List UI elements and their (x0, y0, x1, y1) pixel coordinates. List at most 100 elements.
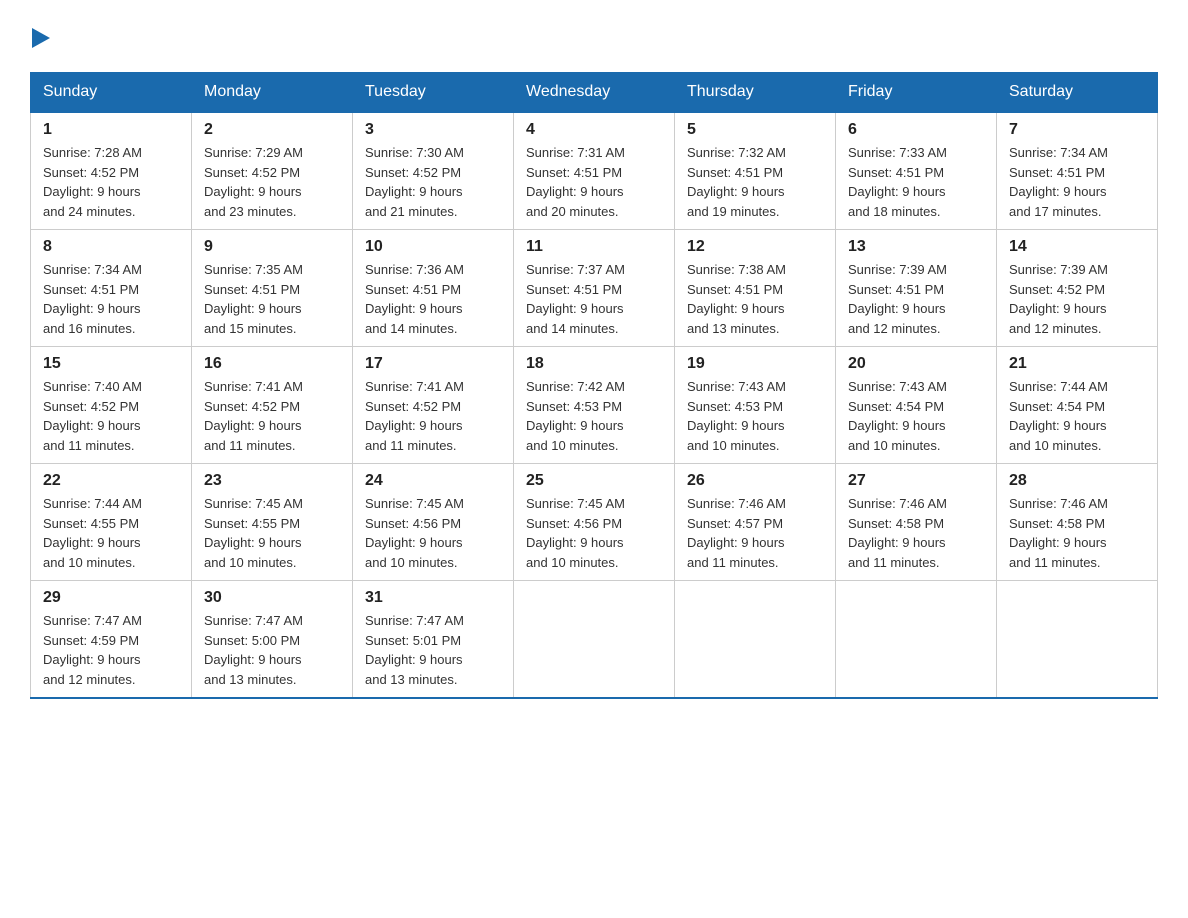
calendar-week-row: 15Sunrise: 7:40 AMSunset: 4:52 PMDayligh… (31, 347, 1158, 464)
day-number: 3 (365, 121, 501, 139)
calendar-week-row: 22 Sunrise: 7:44 AMSunset: 4:55 PMDayligh… (31, 464, 1158, 581)
day-number: 12 (687, 238, 823, 256)
day-info: Sunrise: 7:47 AMSunset: 5:00 PMDaylight:… (204, 611, 340, 689)
day-info: Sunrise: 7:43 AMSunset: 4:54 PMDaylight:… (848, 377, 984, 455)
calendar-week-row: 29 Sunrise: 7:47 AMSunset: 4:59 PMDayligh… (31, 581, 1158, 699)
day-number: 31 (365, 589, 501, 607)
calendar-day-cell: 22 Sunrise: 7:44 AMSunset: 4:55 PMDayligh… (31, 464, 192, 581)
header-saturday: Saturday (997, 73, 1158, 113)
day-number: 24 (365, 472, 501, 490)
calendar-day-cell: 10 Sunrise: 7:36 AMSunset: 4:51 PMDayligh… (353, 230, 514, 347)
day-number: 21 (1009, 355, 1145, 373)
page-header (30, 20, 1158, 52)
day-info: Sunrise: 7:28 AMSunset: 4:52 PMDaylight:… (43, 143, 179, 221)
calendar-day-cell: 11 Sunrise: 7:37 AMSunset: 4:51 PMDayligh… (514, 230, 675, 347)
calendar-week-row: 1 Sunrise: 7:28 AMSunset: 4:52 PMDaylight… (31, 112, 1158, 230)
day-info: Sunrise: 7:37 AMSunset: 4:51 PMDaylight:… (526, 260, 662, 338)
day-number: 22 (43, 472, 179, 490)
day-number: 2 (204, 121, 340, 139)
day-number: 26 (687, 472, 823, 490)
empty-cell (997, 581, 1158, 699)
day-number: 15 (43, 355, 179, 373)
day-number: 9 (204, 238, 340, 256)
day-info: Sunrise: 7:33 AMSunset: 4:51 PMDaylight:… (848, 143, 984, 221)
day-number: 19 (687, 355, 823, 373)
day-number: 18 (526, 355, 662, 373)
calendar-day-cell: 9 Sunrise: 7:35 AMSunset: 4:51 PMDaylight… (192, 230, 353, 347)
day-info: Sunrise: 7:30 AMSunset: 4:52 PMDaylight:… (365, 143, 501, 221)
day-number: 7 (1009, 121, 1145, 139)
calendar-day-cell: 19 Sunrise: 7:43 AMSunset: 4:53 PMDayligh… (675, 347, 836, 464)
day-info: Sunrise: 7:45 AMSunset: 4:56 PMDaylight:… (365, 494, 501, 572)
day-info: Sunrise: 7:44 AMSunset: 4:55 PMDaylight:… (43, 494, 179, 572)
day-info: Sunrise: 7:42 AMSunset: 4:53 PMDaylight:… (526, 377, 662, 455)
calendar-day-cell: 2Sunrise: 7:29 AMSunset: 4:52 PMDaylight… (192, 112, 353, 230)
logo-arrow-icon (32, 24, 54, 52)
day-info: Sunrise: 7:41 AMSunset: 4:52 PMDaylight:… (204, 377, 340, 455)
day-number: 27 (848, 472, 984, 490)
calendar-header-row: SundayMondayTuesdayWednesdayThursdayFrid… (31, 73, 1158, 113)
day-number: 29 (43, 589, 179, 607)
day-number: 8 (43, 238, 179, 256)
day-info: Sunrise: 7:45 AMSunset: 4:55 PMDaylight:… (204, 494, 340, 572)
day-number: 5 (687, 121, 823, 139)
empty-cell (675, 581, 836, 699)
day-info: Sunrise: 7:32 AMSunset: 4:51 PMDaylight:… (687, 143, 823, 221)
calendar-day-cell: 20Sunrise: 7:43 AMSunset: 4:54 PMDayligh… (836, 347, 997, 464)
calendar-week-row: 8 Sunrise: 7:34 AMSunset: 4:51 PMDaylight… (31, 230, 1158, 347)
calendar-day-cell: 24 Sunrise: 7:45 AMSunset: 4:56 PMDayligh… (353, 464, 514, 581)
empty-cell (514, 581, 675, 699)
day-info: Sunrise: 7:41 AMSunset: 4:52 PMDaylight:… (365, 377, 501, 455)
logo (30, 20, 54, 52)
calendar-day-cell: 1 Sunrise: 7:28 AMSunset: 4:52 PMDaylight… (31, 112, 192, 230)
header-wednesday: Wednesday (514, 73, 675, 113)
header-friday: Friday (836, 73, 997, 113)
day-number: 16 (204, 355, 340, 373)
day-info: Sunrise: 7:39 AMSunset: 4:52 PMDaylight:… (1009, 260, 1145, 338)
calendar-day-cell: 29 Sunrise: 7:47 AMSunset: 4:59 PMDayligh… (31, 581, 192, 699)
calendar-day-cell: 21 Sunrise: 7:44 AMSunset: 4:54 PMDayligh… (997, 347, 1158, 464)
day-number: 30 (204, 589, 340, 607)
day-info: Sunrise: 7:46 AMSunset: 4:58 PMDaylight:… (1009, 494, 1145, 572)
day-number: 28 (1009, 472, 1145, 490)
calendar-day-cell: 17Sunrise: 7:41 AMSunset: 4:52 PMDayligh… (353, 347, 514, 464)
calendar-day-cell: 3 Sunrise: 7:30 AMSunset: 4:52 PMDaylight… (353, 112, 514, 230)
calendar-day-cell: 16 Sunrise: 7:41 AMSunset: 4:52 PMDayligh… (192, 347, 353, 464)
day-number: 10 (365, 238, 501, 256)
calendar-day-cell: 25 Sunrise: 7:45 AMSunset: 4:56 PMDayligh… (514, 464, 675, 581)
day-number: 6 (848, 121, 984, 139)
calendar-day-cell: 27Sunrise: 7:46 AMSunset: 4:58 PMDayligh… (836, 464, 997, 581)
calendar-day-cell: 7 Sunrise: 7:34 AMSunset: 4:51 PMDaylight… (997, 112, 1158, 230)
day-number: 11 (526, 238, 662, 256)
calendar-day-cell: 31 Sunrise: 7:47 AMSunset: 5:01 PMDayligh… (353, 581, 514, 699)
day-info: Sunrise: 7:47 AMSunset: 5:01 PMDaylight:… (365, 611, 501, 689)
day-info: Sunrise: 7:45 AMSunset: 4:56 PMDaylight:… (526, 494, 662, 572)
calendar-day-cell: 12Sunrise: 7:38 AMSunset: 4:51 PMDayligh… (675, 230, 836, 347)
day-info: Sunrise: 7:43 AMSunset: 4:53 PMDaylight:… (687, 377, 823, 455)
day-info: Sunrise: 7:36 AMSunset: 4:51 PMDaylight:… (365, 260, 501, 338)
day-info: Sunrise: 7:34 AMSunset: 4:51 PMDaylight:… (1009, 143, 1145, 221)
calendar-day-cell: 4 Sunrise: 7:31 AMSunset: 4:51 PMDaylight… (514, 112, 675, 230)
day-info: Sunrise: 7:44 AMSunset: 4:54 PMDaylight:… (1009, 377, 1145, 455)
calendar-day-cell: 30 Sunrise: 7:47 AMSunset: 5:00 PMDayligh… (192, 581, 353, 699)
day-info: Sunrise: 7:46 AMSunset: 4:57 PMDaylight:… (687, 494, 823, 572)
day-info: Sunrise: 7:47 AMSunset: 4:59 PMDaylight:… (43, 611, 179, 689)
day-number: 23 (204, 472, 340, 490)
calendar-day-cell: 18 Sunrise: 7:42 AMSunset: 4:53 PMDayligh… (514, 347, 675, 464)
day-info: Sunrise: 7:34 AMSunset: 4:51 PMDaylight:… (43, 260, 179, 338)
empty-cell (836, 581, 997, 699)
day-info: Sunrise: 7:35 AMSunset: 4:51 PMDaylight:… (204, 260, 340, 338)
calendar-table: SundayMondayTuesdayWednesdayThursdayFrid… (30, 72, 1158, 699)
day-number: 14 (1009, 238, 1145, 256)
day-info: Sunrise: 7:31 AMSunset: 4:51 PMDaylight:… (526, 143, 662, 221)
header-tuesday: Tuesday (353, 73, 514, 113)
day-info: Sunrise: 7:39 AMSunset: 4:51 PMDaylight:… (848, 260, 984, 338)
day-number: 1 (43, 121, 179, 139)
header-sunday: Sunday (31, 73, 192, 113)
calendar-day-cell: 26 Sunrise: 7:46 AMSunset: 4:57 PMDayligh… (675, 464, 836, 581)
calendar-day-cell: 8 Sunrise: 7:34 AMSunset: 4:51 PMDaylight… (31, 230, 192, 347)
header-thursday: Thursday (675, 73, 836, 113)
day-number: 25 (526, 472, 662, 490)
day-number: 4 (526, 121, 662, 139)
calendar-day-cell: 13Sunrise: 7:39 AMSunset: 4:51 PMDayligh… (836, 230, 997, 347)
